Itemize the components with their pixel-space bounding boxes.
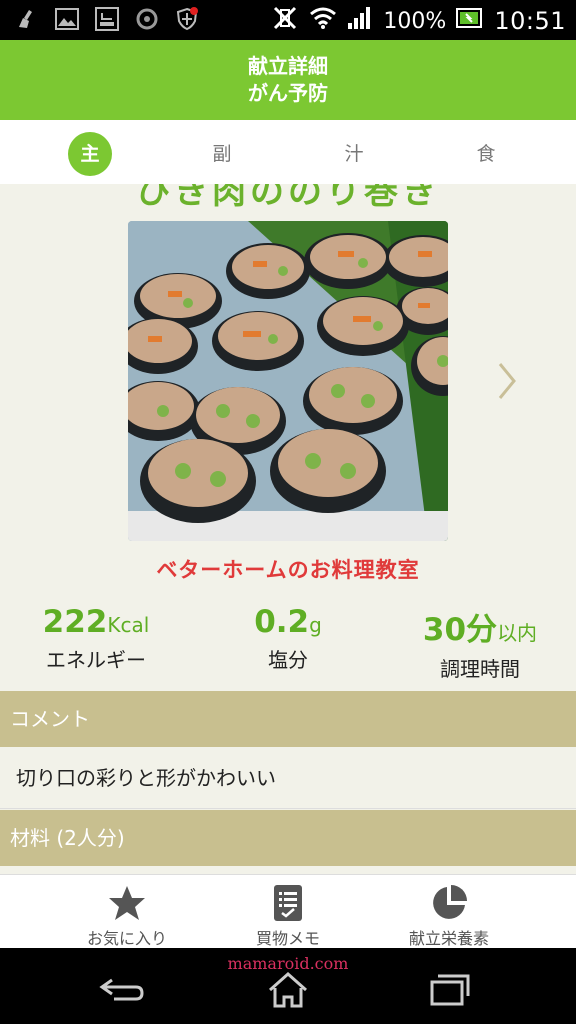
energy-unit: Kcal [107,613,150,637]
recipe-title: ひき肉ののり巻き [136,184,440,212]
shopping-memo-label: 買物メモ [255,929,320,948]
cook-time-unit: 以内 [497,621,538,645]
comment-header: コメント [0,691,576,747]
salt-value: 0.2 [254,604,310,640]
favorites-label: お気に入り [86,929,167,948]
battery-percent: 100% [383,8,447,34]
salt-unit: g [309,613,322,637]
app-header: 献立詳細 がん予防 [0,40,576,120]
cook-time-label: 調理時間 [440,657,520,681]
recent-apps-button[interactable] [418,970,478,1010]
back-button[interactable] [92,970,152,1010]
salt-label: 塩分 [268,648,308,672]
broom-icon [14,6,40,32]
favorites-button[interactable]: お気に入り [52,883,202,949]
home-icon [269,971,307,1008]
wifi-icon [309,6,337,36]
meal-tabs: 主 副 汁 食 [0,120,576,184]
recipe-content[interactable]: ひき肉ののり巻き ベターホームのお料理教室 222Kcal エネルギー 0.2g… [0,184,576,874]
cook-time-value: 30分 [422,612,498,648]
system-nav-bar: mamaroid.com [0,948,576,1024]
ingredients-header: 材料 (2人分) [0,810,576,866]
vibrate-off-icon [271,4,299,38]
shopping-memo-button[interactable]: 買物メモ [213,883,363,949]
nutrition-label: 献立栄養素 [408,929,489,948]
clock: 10:51 [494,7,566,35]
download-box-icon [94,6,120,32]
energy-value: 222 [42,604,108,640]
notification-icons [14,6,200,32]
signal-icon [347,6,373,36]
brand-logo: ベターホームのお料理教室 [156,558,420,582]
home-button[interactable] [258,970,318,1010]
tab-staple[interactable]: 食 [464,132,508,176]
memo-icon [274,885,302,921]
nutrition-stats: 222Kcal エネルギー 0.2g 塩分 30分以内 調理時間 [0,604,576,684]
stat-energy: 222Kcal エネルギー [0,604,192,673]
image-icon [54,6,80,32]
star-icon [109,886,145,920]
tab-soup[interactable]: 汁 [332,132,376,176]
pie-chart-icon [433,885,467,919]
page-subtitle: がん予防 [248,81,328,105]
chevron-right-icon [498,363,516,399]
shield-icon [174,6,200,32]
back-arrow-icon [99,978,144,1001]
comment-text: 切り口の彩りと形がかわいい [0,747,576,809]
aperture-icon [134,6,160,32]
battery-icon [456,7,484,35]
tab-side[interactable]: 副 [200,132,244,176]
stat-salt: 0.2g 塩分 [192,604,384,673]
nutrition-button[interactable]: 献立栄養素 [374,883,524,949]
recipe-photo[interactable] [128,221,448,541]
energy-label: エネルギー [46,648,146,672]
stat-cook-time: 30分以内 調理時間 [384,604,576,682]
system-status: 100% 10:51 [271,4,566,38]
next-photo-arrow[interactable] [492,356,522,406]
recent-apps-icon [430,974,470,1006]
tab-main[interactable]: 主 [68,132,112,176]
sushi-roll-image [128,221,448,541]
page-title: 献立詳細 [248,54,328,78]
bottom-nav: お気に入り 買物メモ 献立栄養素 [0,874,576,948]
status-bar: 100% 10:51 [0,0,576,40]
